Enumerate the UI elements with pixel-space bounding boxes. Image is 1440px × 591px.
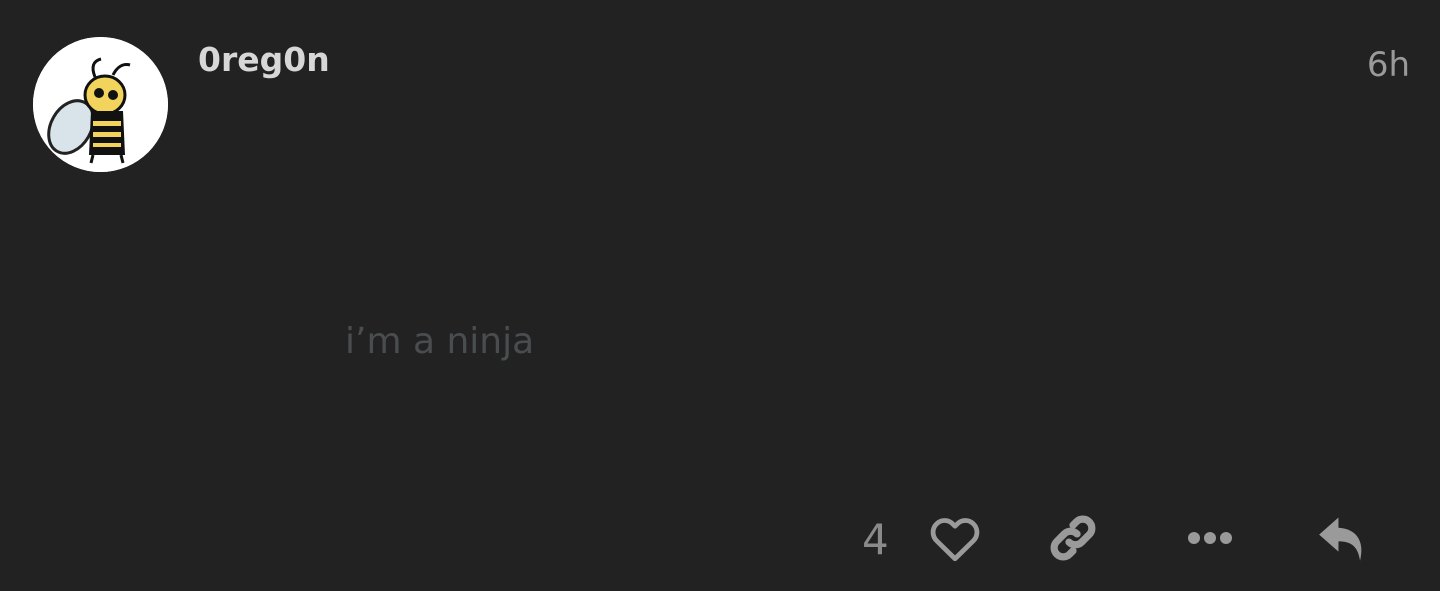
like-count[interactable]: 4: [862, 512, 889, 568]
ellipsis-icon: [1188, 532, 1232, 544]
bee-skull-avatar-icon: [33, 37, 168, 172]
post-actions: 4: [0, 508, 1440, 568]
share-link-button[interactable]: [1041, 508, 1105, 568]
user-avatar[interactable]: [33, 37, 168, 172]
post: 0reg0n 6h i’m a ninja 4: [0, 0, 1440, 591]
post-content: i’m a ninja: [345, 321, 535, 362]
heart-outline-icon: [930, 518, 980, 562]
more-options-button[interactable]: [1175, 508, 1239, 568]
like-button[interactable]: [923, 508, 987, 568]
reply-button[interactable]: [1311, 508, 1375, 568]
link-icon: [1050, 515, 1096, 561]
post-timestamp[interactable]: 6h: [1367, 43, 1410, 87]
username[interactable]: 0reg0n: [198, 38, 330, 82]
reply-icon: [1319, 517, 1362, 561]
